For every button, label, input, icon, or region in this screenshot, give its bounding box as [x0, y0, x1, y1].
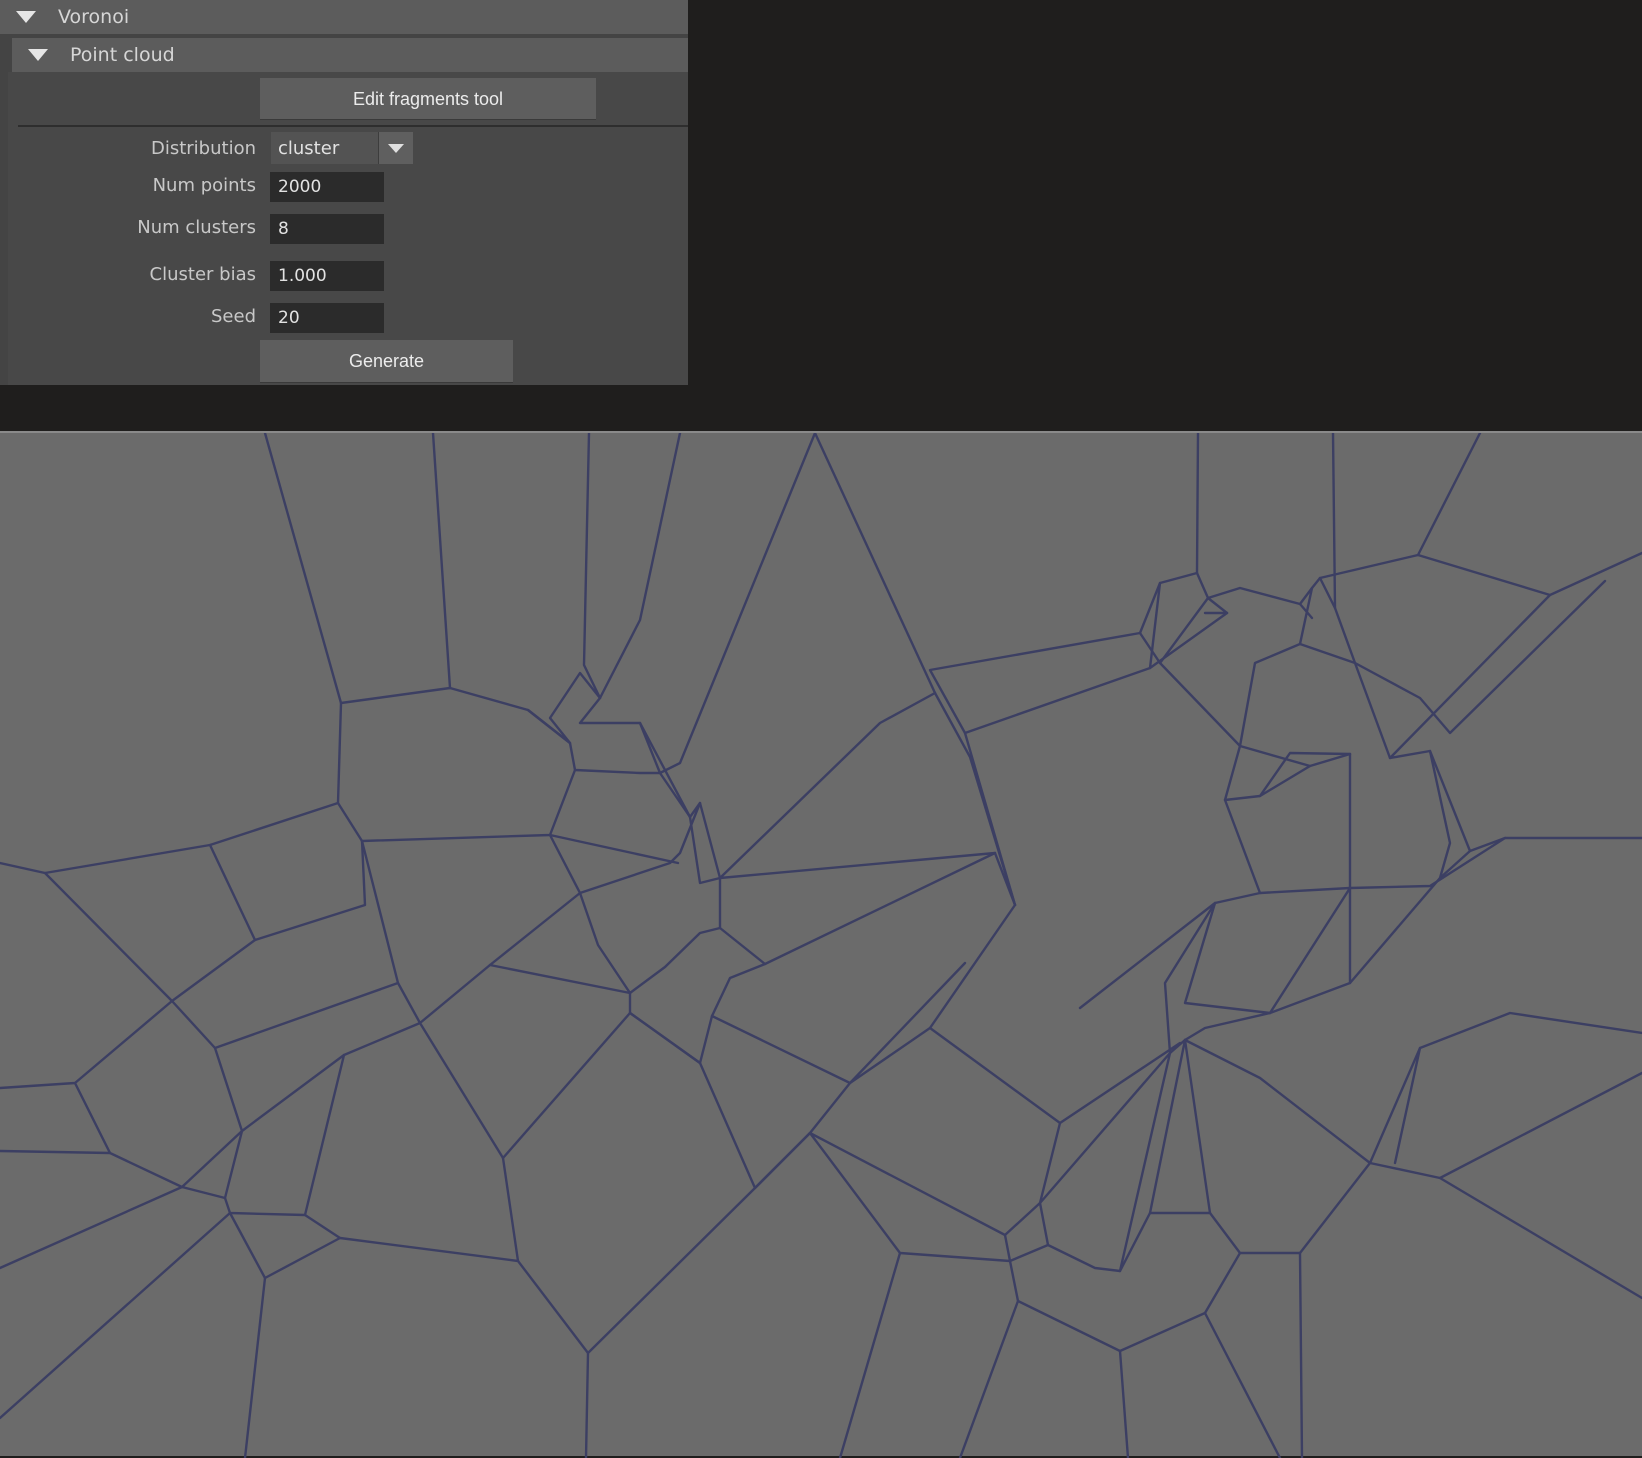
collapse-triangle-icon[interactable] [16, 11, 36, 23]
voronoi-edge [1428, 749, 1472, 853]
voronoi-edge [526, 708, 692, 819]
voronoi-edge [0, 1211, 232, 1420]
voronoi-edge [0, 1185, 184, 1270]
voronoi-edge [1438, 1071, 1642, 1180]
voronoi-edge [516, 1259, 590, 1458]
point-cloud-section-title: Point cloud [70, 44, 175, 66]
voronoi-edge [0, 1081, 112, 1155]
edit-fragments-tool-button[interactable]: Edit fragments tool [260, 78, 596, 120]
voronoi-section-title: Voronoi [58, 6, 130, 28]
seed-field[interactable]: 20 [270, 303, 384, 333]
voronoi-edge [582, 433, 602, 700]
voronoi-edge [1268, 886, 1352, 1015]
voronoi-edge [578, 891, 722, 995]
voronoi-edge [0, 999, 174, 1090]
voronoi-edge [1388, 593, 1552, 760]
voronoi-edge [1148, 611, 1229, 670]
voronoi-edge [228, 1211, 342, 1280]
voronoi-edge [958, 1299, 1020, 1458]
voronoi-edge [1416, 433, 1482, 557]
voronoi-edge [548, 833, 680, 865]
voronoi-edge [1158, 596, 1242, 748]
voronoi-edge [1318, 551, 1642, 597]
voronoi-edge [838, 1251, 902, 1458]
num-points-label: Num points [152, 175, 256, 196]
voronoi-edge [586, 836, 1642, 1355]
voronoi-edge [1148, 1211, 1304, 1458]
distribution-value: cluster [278, 137, 340, 159]
voronoi-edge [578, 433, 1017, 907]
separator [18, 125, 688, 127]
voronoi-edge [710, 961, 967, 1085]
voronoi-edge [1195, 571, 1607, 735]
voronoi-edge [1223, 642, 1452, 890]
voronoi-edge [1393, 1046, 1422, 1165]
voronoi-edge [1118, 1251, 1242, 1353]
voronoi-edge [1078, 901, 1217, 1010]
voronoi-edge [431, 433, 452, 690]
voronoi-edge [213, 1021, 422, 1133]
voronoi-edge [1331, 433, 1337, 610]
num-clusters-field[interactable]: 8 [270, 214, 384, 244]
chevron-down-icon [388, 143, 404, 153]
voronoi-section-header[interactable]: Voronoi [0, 0, 688, 34]
viewport[interactable] [0, 431, 1642, 1458]
voronoi-edge [336, 701, 577, 843]
voronoi-edge [360, 839, 632, 1025]
voronoi-edge [1183, 1011, 1642, 1165]
voronoi-edge [718, 851, 997, 880]
cluster-bias-label: Cluster bias [149, 264, 256, 285]
voronoi-edge [1138, 433, 1200, 665]
voronoi-edge [1203, 1311, 1282, 1458]
dropdown-button[interactable] [378, 132, 413, 164]
voronoi-edge [208, 839, 367, 942]
voronoi-edge [263, 433, 682, 745]
voronoi-edge [963, 581, 1162, 907]
voronoi-diagram [0, 433, 1642, 1458]
voronoi-edge [1183, 1038, 1212, 1215]
voronoi-edge [108, 1129, 244, 1189]
collapse-triangle-icon[interactable] [28, 49, 48, 61]
seed-label: Seed [211, 306, 256, 327]
voronoi-edge [180, 1021, 520, 1263]
voronoi-edge [1008, 1259, 1130, 1458]
voronoi-edge [548, 801, 702, 895]
voronoi-edge [170, 981, 400, 1050]
distribution-select[interactable]: cluster [271, 132, 413, 164]
num-clusters-label: Num clusters [137, 217, 256, 238]
voronoi-edge [501, 903, 1017, 1190]
voronoi-edge [928, 1026, 1172, 1273]
generate-button[interactable]: Generate [260, 340, 513, 383]
voronoi-edge [488, 891, 582, 967]
point-cloud-section-header[interactable]: Point cloud [12, 38, 688, 72]
voronoi-edge [808, 1131, 1012, 1263]
voronoi-edge [1008, 1243, 1050, 1263]
voronoi-edge [43, 871, 257, 1003]
voronoi-edge [1238, 744, 1312, 768]
distribution-label: Distribution [150, 138, 256, 159]
voronoi-edge [243, 1276, 267, 1458]
voronoi-edge [0, 801, 340, 875]
num-points-field[interactable]: 2000 [270, 172, 384, 202]
voronoi-edge [1298, 1161, 1642, 1300]
voronoi-edge [638, 691, 937, 885]
voronoi-edge [1223, 798, 1262, 895]
voronoi-edge [688, 801, 1017, 966]
cluster-bias-field[interactable]: 1.000 [270, 261, 384, 291]
voronoi-edge [223, 1129, 244, 1200]
voronoi-panel: Voronoi Point cloud Edit fragments tool … [0, 0, 688, 385]
